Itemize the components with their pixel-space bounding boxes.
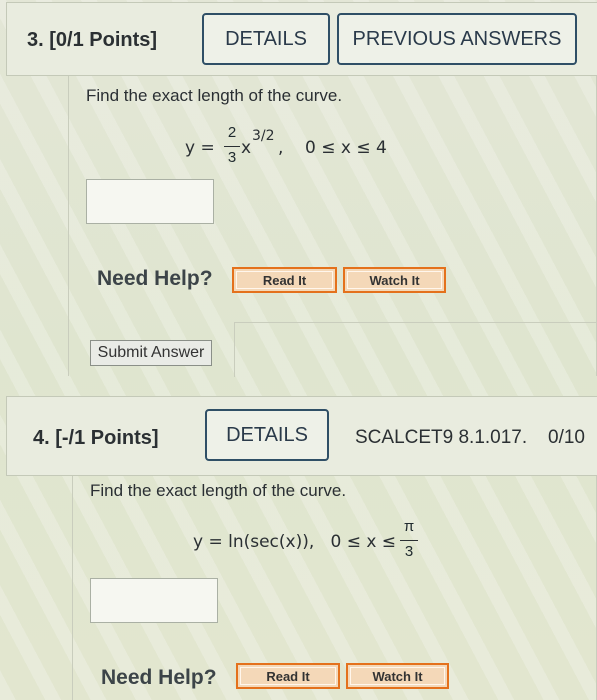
eq-fraction-bar — [400, 540, 418, 541]
question-4-need-help: Need Help? — [101, 666, 217, 689]
eq-lhs: y = — [185, 138, 215, 158]
question-3-submit-button[interactable]: Submit Answer — [90, 340, 212, 366]
eq-fraction-numerator: 2 — [227, 124, 237, 141]
eq-variable: x — [241, 138, 252, 158]
question-3-need-help: Need Help? — [97, 267, 213, 290]
eq-fraction-bar — [224, 146, 240, 147]
question-4-read-it-button[interactable]: Read It — [236, 663, 340, 689]
question-4-number: 4. [-/1 Points] — [33, 427, 159, 449]
details-button[interactable]: DETAILS — [205, 409, 329, 461]
eq-exponent: 3/2 — [252, 128, 275, 144]
question-4-header: 4. [-/1 Points] DETAILS SCALCET9 8.1.017… — [6, 396, 597, 476]
question-4-answer-input[interactable] — [90, 578, 218, 623]
question-3-number: 3. [0/1 Points] — [27, 29, 158, 51]
question-3-header: 3. [0/1 Points] DETAILS PREVIOUS ANSWERS — [6, 2, 597, 76]
previous-answers-button[interactable]: PREVIOUS ANSWERS — [337, 13, 577, 65]
eq-main: y = ln(sec(x)), 0 ≤ x ≤ — [193, 532, 397, 552]
question-3-read-it-button[interactable]: Read It — [232, 267, 337, 293]
eq-fraction-denominator: 3 — [227, 149, 237, 166]
question-4-prompt: Find the exact length of the curve. — [90, 481, 347, 500]
question-4-watch-it-button[interactable]: Watch It — [346, 663, 449, 689]
details-button[interactable]: DETAILS — [202, 13, 330, 65]
question-3-watch-it-button[interactable]: Watch It — [343, 267, 446, 293]
question-3-divider — [234, 322, 597, 377]
eq-fraction-denominator: 3 — [404, 543, 414, 560]
question-4-source: SCALCET9 8.1.017. — [355, 427, 528, 448]
eq-fraction-numerator: π — [403, 518, 415, 535]
question-3-answer-input[interactable] — [86, 179, 214, 224]
question-4-attempts: 0/10 — [548, 427, 585, 448]
eq-range: , 0 ≤ x ≤ 4 — [278, 138, 387, 158]
question-3-prompt: Find the exact length of the curve. — [86, 86, 343, 105]
